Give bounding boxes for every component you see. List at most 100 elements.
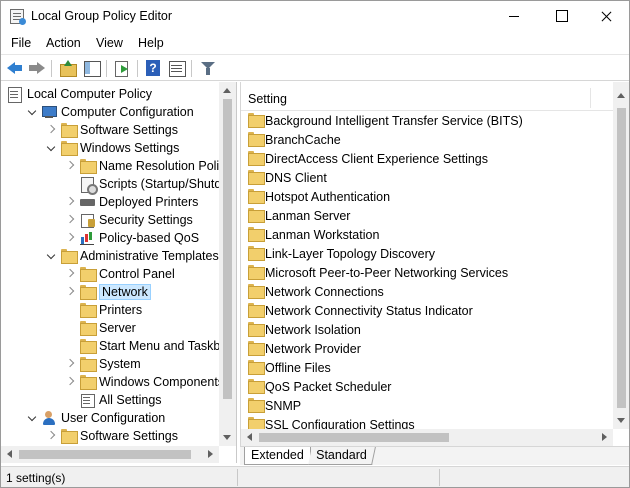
tree-horizontal-scrollbar[interactable] [1,446,219,463]
list-item[interactable]: DNS Client [241,168,613,187]
scroll-down-arrow-icon[interactable] [613,412,629,429]
tree-node[interactable]: Policy-based QoS [1,229,219,247]
scroll-up-arrow-icon[interactable] [219,82,236,99]
help-icon[interactable] [143,58,163,78]
menu-file[interactable]: File [11,36,31,50]
list-horizontal-scrollbar[interactable] [241,429,613,446]
list-item[interactable]: QoS Packet Scheduler [241,377,613,396]
group-policy-app-icon[interactable] [10,9,26,25]
tree-vertical-scrollbar[interactable] [219,82,236,446]
menu-bar: File Action View Help [1,32,629,54]
setting-column-header[interactable]: Setting [241,85,613,111]
close-button[interactable] [584,1,630,32]
chevron-right-icon[interactable] [67,287,76,296]
chevron-down-icon[interactable] [48,251,57,260]
up-folder-icon[interactable] [58,58,78,78]
list-vertical-scrollbar[interactable] [613,82,629,429]
tree-node-label: Network [99,284,151,300]
chevron-right-icon[interactable] [67,269,76,278]
scroll-right-arrow-icon[interactable] [596,429,613,446]
list-item[interactable]: DirectAccess Client Experience Settings [241,149,613,168]
list-item[interactable]: Network Connections [241,282,613,301]
chevron-right-icon[interactable] [67,197,76,206]
tree-node[interactable]: Start Menu and Taskbar [1,337,231,355]
properties-icon[interactable] [167,58,187,78]
show-hide-tree-icon[interactable] [82,58,102,78]
tree-node[interactable]: Network [1,283,219,301]
forward-arrow-icon[interactable] [27,58,47,78]
list-item[interactable]: Network Isolation [241,320,613,339]
chevron-down-icon[interactable] [29,413,38,422]
list-item[interactable]: Lanman Server [241,206,613,225]
tree-node[interactable]: Security Settings [1,211,219,229]
list-item[interactable]: Network Provider [241,339,613,358]
folder-icon [247,398,265,413]
tree-node-label: Local Computer Policy [27,87,153,101]
folder-icon [247,265,265,280]
tree-node-label: Policy-based QoS [99,231,200,245]
tab-extended[interactable]: Extended [244,447,311,465]
list-item[interactable]: Network Connectivity Status Indicator [241,301,613,320]
title-bar[interactable]: Local Group Policy Editor [1,1,629,32]
folder-icon [60,249,78,264]
list-item[interactable]: Hotspot Authentication [241,187,613,206]
export-list-icon[interactable] [112,58,132,78]
tab-standard[interactable]: Standard [308,447,376,465]
tree-node[interactable]: Software Settings [1,427,219,445]
filter-icon[interactable] [198,58,218,78]
tree-node[interactable]: Windows Components [1,373,224,391]
list-scroll-thumb[interactable] [617,108,626,408]
column-divider[interactable] [590,88,591,108]
tree-node[interactable]: Local Computer Policy [1,85,219,103]
menu-view[interactable]: View [96,36,123,50]
list-item[interactable]: Link-Layer Topology Discovery [241,244,613,263]
scroll-left-arrow-icon[interactable] [1,446,18,463]
chevron-right-icon[interactable] [67,377,76,386]
chevron-right-icon[interactable] [67,233,76,242]
scroll-right-arrow-icon[interactable] [202,446,219,463]
chevron-right-icon[interactable] [67,161,76,170]
tree-node[interactable]: Administrative Templates [1,247,219,265]
scroll-left-arrow-icon[interactable] [241,429,258,446]
chevron-down-icon[interactable] [48,143,57,152]
tree-node[interactable]: Software Settings [1,121,219,139]
tree-node[interactable]: All Settings [1,391,219,409]
list-hscroll-thumb[interactable] [259,433,449,442]
list-item[interactable]: BranchCache [241,130,613,149]
tree-node[interactable]: Deployed Printers [1,193,219,211]
tree-node[interactable]: Control Panel [1,265,219,283]
folder-icon [247,303,265,318]
menu-help[interactable]: Help [138,36,164,50]
tree-node[interactable]: User Configuration [1,409,219,427]
chevron-down-icon[interactable] [29,107,38,116]
list-item[interactable]: SNMP [241,396,613,415]
tree-node[interactable]: Scripts (Startup/Shutdow [1,175,236,195]
tree-hscroll-thumb[interactable] [19,450,191,459]
maximize-button[interactable] [538,1,584,32]
list-item[interactable]: Microsoft Peer-to-Peer Networking Servic… [241,263,613,282]
tree-scroll-thumb[interactable] [223,99,232,399]
tree-node[interactable]: Computer Configuration [1,103,219,121]
list-item[interactable]: Background Intelligent Transfer Service … [241,111,613,130]
chevron-right-icon[interactable] [48,125,57,134]
chevron-right-icon[interactable] [67,215,76,224]
list-item-label: DNS Client [265,171,327,185]
chevron-right-icon[interactable] [48,431,57,440]
list-item[interactable]: Lanman Workstation [241,225,613,244]
toolbar-separator [51,60,52,77]
chevron-right-icon[interactable] [67,359,76,368]
tab-standard-label: Standard [316,448,367,462]
list-item-label: SNMP [265,399,302,413]
tree-node[interactable]: Windows Settings [1,139,219,157]
list-item[interactable]: Offline Files [241,358,613,377]
menu-action[interactable]: Action [46,36,81,50]
folder-icon [247,189,265,204]
back-arrow-icon[interactable] [5,58,25,78]
tree-node[interactable]: Printers [1,301,219,319]
tree-node[interactable]: Name Resolution Policy [1,157,232,175]
tree-node[interactable]: Server [1,319,219,337]
scroll-up-arrow-icon[interactable] [613,87,629,104]
minimize-button[interactable] [491,1,537,32]
scroll-down-arrow-icon[interactable] [219,429,236,446]
tree-node[interactable]: System [1,355,219,373]
